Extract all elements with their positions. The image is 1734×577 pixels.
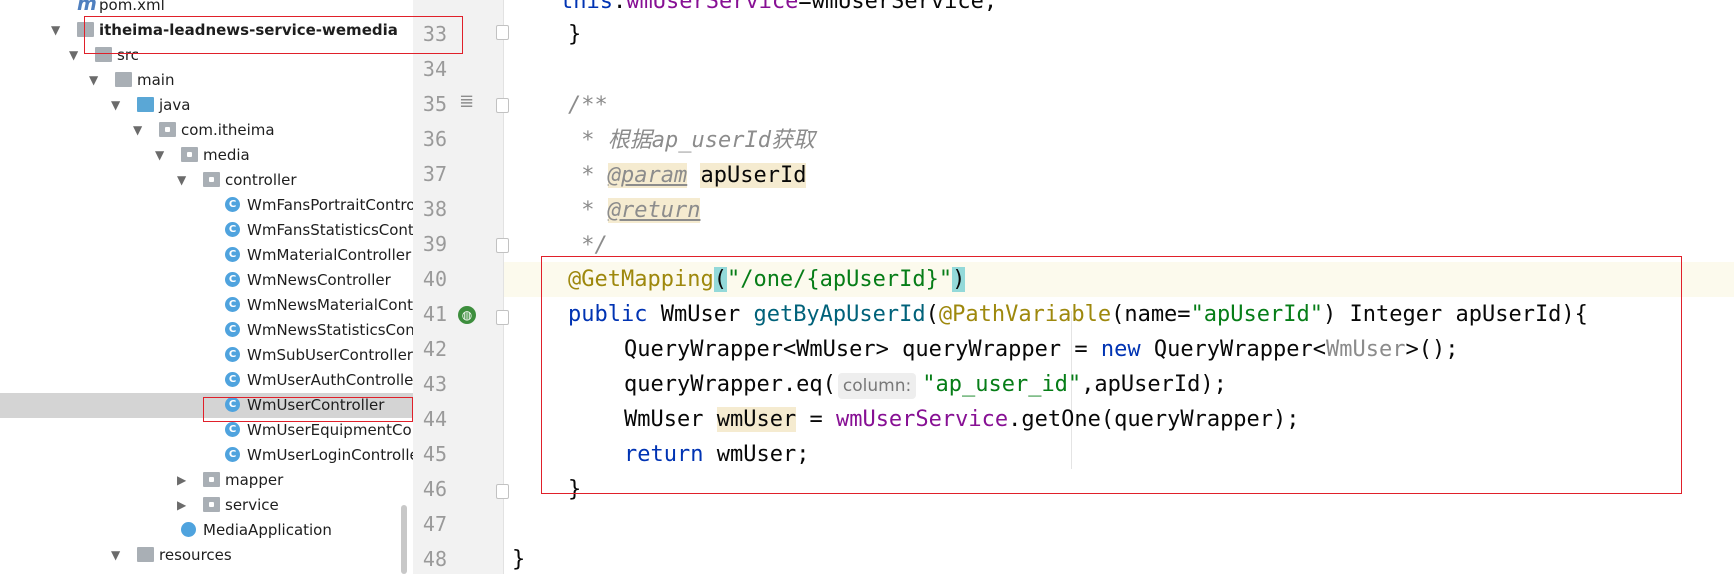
line-number: 37 <box>422 162 447 186</box>
tree-item[interactable]: ▼ com.itheima <box>0 118 413 143</box>
tree-item[interactable]: MediaApplication <box>0 518 413 543</box>
tree-item-label: WmUserLoginController <box>247 446 413 464</box>
maven-file-icon: m <box>77 0 97 15</box>
tree-item-label: WmFansPortraitControll <box>247 196 413 214</box>
tree-item-label: pom.xml <box>99 0 165 14</box>
code-line-36: * 根据ap_userId获取 <box>568 128 815 153</box>
tree-item[interactable]: C WmSubUserController <box>0 343 413 368</box>
class-icon: C <box>225 247 240 262</box>
tree-item-label: main <box>137 71 175 89</box>
tree-item[interactable]: C WmFansStatisticsContr <box>0 218 413 243</box>
tree-item[interactable]: C WmNewsController <box>0 268 413 293</box>
tree-item-label: WmUserEquipmentContr <box>247 421 413 439</box>
class-icon: C <box>225 197 240 212</box>
package-icon <box>181 147 198 162</box>
class-icon: C <box>225 297 240 312</box>
line-number: 39 <box>422 232 447 256</box>
highlight-box-method <box>541 256 1682 494</box>
highlight-box-controller <box>203 397 413 422</box>
chevron-down-icon[interactable]: ▼ <box>133 123 142 137</box>
class-icon: C <box>225 422 240 437</box>
tree-item[interactable]: ▶ service <box>0 493 413 518</box>
tree-item-label: media <box>203 146 250 164</box>
tree-item[interactable]: ▼ java <box>0 93 413 118</box>
tree-item[interactable]: C WmNewsStatisticsContr <box>0 318 413 343</box>
line-number: 48 <box>422 547 447 571</box>
tree-item-label: WmNewsMaterialContro <box>247 296 413 314</box>
line-number: 36 <box>422 127 447 151</box>
tree-item-label: resources <box>159 546 232 564</box>
chevron-down-icon[interactable]: ▼ <box>111 98 120 112</box>
tree-item-label: WmNewsStatisticsContr <box>247 321 413 339</box>
tree-item-label: WmNewsController <box>247 271 391 289</box>
line-number: 44 <box>422 407 447 431</box>
class-icon: C <box>225 222 240 237</box>
tree-item-label: java <box>159 96 191 114</box>
web-endpoint-icon[interactable]: ◍ <box>458 306 476 324</box>
tree-item[interactable]: C WmUserAuthController <box>0 368 413 393</box>
folder-icon <box>115 72 132 87</box>
spring-boot-app-icon <box>181 522 196 537</box>
tree-item[interactable]: C WmNewsMaterialContro <box>0 293 413 318</box>
tree-scrollbar[interactable] <box>401 505 407 574</box>
line-number: 40 <box>422 267 447 291</box>
line-number: 45 <box>422 442 447 466</box>
resources-folder-icon <box>137 547 154 562</box>
tree-item-label: WmMaterialController <box>247 246 412 264</box>
class-icon: C <box>225 322 240 337</box>
chevron-down-icon[interactable]: ▼ <box>89 73 98 87</box>
tree-item-label: com.itheima <box>181 121 275 139</box>
tree-item-label: WmFansStatisticsContr <box>247 221 413 239</box>
tree-item-label: WmUserAuthController <box>247 371 413 389</box>
documentation-icon[interactable]: ≣ <box>459 91 474 112</box>
code-line-33: } <box>568 22 582 47</box>
tree-item[interactable]: ▼ media <box>0 143 413 168</box>
package-icon <box>203 497 220 512</box>
tree-item-label: mapper <box>225 471 284 489</box>
tree-item[interactable]: C WmFansPortraitControll <box>0 193 413 218</box>
line-number: 43 <box>422 372 447 396</box>
line-number: 34 <box>422 57 447 81</box>
highlight-box-module <box>84 16 463 54</box>
chevron-down-icon[interactable]: ▼ <box>111 548 120 562</box>
class-icon: C <box>225 347 240 362</box>
chevron-right-icon[interactable]: ▶ <box>177 473 186 487</box>
chevron-down-icon[interactable]: ▼ <box>177 173 186 187</box>
code-line-35: /** <box>568 93 608 118</box>
line-number: 38 <box>422 197 447 221</box>
package-icon <box>203 172 220 187</box>
tree-item[interactable]: C WmMaterialController <box>0 243 413 268</box>
tree-item-label: service <box>225 496 279 514</box>
tree-item[interactable]: C WmUserLoginController <box>0 443 413 468</box>
tree-item[interactable]: ▼ main <box>0 68 413 93</box>
line-number: 42 <box>422 337 447 361</box>
chevron-down-icon[interactable]: ▼ <box>155 148 164 162</box>
tree-item-label: MediaApplication <box>203 521 332 539</box>
tree-item[interactable]: ▼ resources <box>0 543 413 568</box>
chevron-down-icon[interactable]: ▼ <box>69 48 78 62</box>
tree-item-label: controller <box>225 171 297 189</box>
line-number: 47 <box>422 512 447 536</box>
chevron-down-icon[interactable]: ▼ <box>51 23 60 37</box>
line-number: 46 <box>422 477 447 501</box>
class-icon: C <box>225 447 240 462</box>
project-tree-panel: m pom.xml ▼ itheima-leadnews-service-wemedi… <box>0 0 413 574</box>
code-line-32: this.wmUserService=wmUserService; <box>560 0 998 14</box>
line-number: 41 <box>422 302 447 326</box>
package-icon <box>203 472 220 487</box>
tree-item[interactable]: ▼ controller <box>0 168 413 193</box>
code-line-38: * @return <box>568 198 701 223</box>
package-icon <box>159 122 176 137</box>
class-icon: C <box>225 372 240 387</box>
code-line-48: } <box>512 547 526 572</box>
chevron-right-icon[interactable]: ▶ <box>177 498 186 512</box>
tree-item[interactable]: ▶ mapper <box>0 468 413 493</box>
line-number: 35 <box>422 92 447 116</box>
source-folder-icon <box>137 97 154 112</box>
code-line-37: * @param apUserId <box>568 163 807 188</box>
class-icon: C <box>225 272 240 287</box>
tree-item-label: WmSubUserController <box>247 346 413 364</box>
